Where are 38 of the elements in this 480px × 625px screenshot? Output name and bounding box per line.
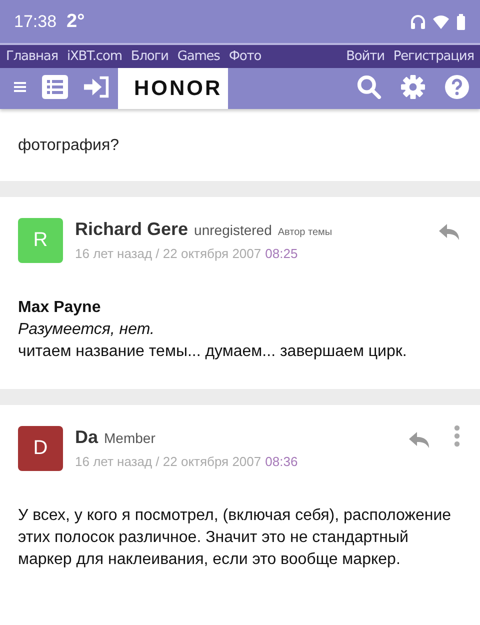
menu-icon[interactable]: [14, 82, 26, 92]
wifi-icon: [433, 14, 449, 30]
battery-icon: [456, 14, 466, 30]
settings-icon[interactable]: [400, 74, 426, 98]
help-icon[interactable]: [444, 74, 470, 98]
clock-time: 17:38: [14, 12, 57, 32]
author-name[interactable]: Da: [75, 427, 98, 448]
search-icon[interactable]: [356, 74, 382, 98]
post-date: 16 лет назад / 22 октября 2007: [75, 454, 262, 469]
headphones-icon: [410, 14, 426, 30]
list-icon[interactable]: [42, 74, 68, 98]
temperature: 2°: [66, 10, 85, 32]
logo[interactable]: HONOR: [118, 68, 228, 109]
user-role: Member: [104, 430, 156, 446]
post-text: У всех, у кого я посмотрел, (включая себя), расположение этих полосок различное. Значит это не стандартный маркер для наклеивания, если это вообще маркер.: [18, 506, 452, 570]
avatar: D: [18, 426, 63, 471]
sign-in-icon[interactable]: [84, 74, 110, 98]
nav-link[interactable]: Регистрация: [393, 49, 474, 64]
avatar: R: [18, 218, 63, 263]
post-date: 16 лет назад / 22 октября 2007: [75, 246, 262, 261]
nav-link[interactable]: Блоги: [130, 49, 168, 64]
nav-link[interactable]: iXBT.com: [66, 49, 122, 64]
quote-text: Разумеется, нет.: [18, 320, 156, 340]
post-time[interactable]: 08:25: [265, 246, 298, 261]
nav-link[interactable]: Фото: [228, 49, 262, 64]
more-icon[interactable]: [454, 425, 460, 447]
reply-icon[interactable]: [408, 431, 430, 449]
quote-author: Max Payne: [18, 298, 102, 318]
topic-author-label: Автор темы: [278, 227, 332, 238]
post-time[interactable]: 08:36: [265, 454, 298, 469]
nav-link[interactable]: Главная: [6, 49, 58, 64]
post-text: читаем название темы... думаем... завершаем цирк.: [18, 342, 408, 362]
nav-link[interactable]: Войти: [346, 49, 384, 64]
user-role: unregistered: [194, 222, 272, 238]
nav-link[interactable]: Games: [177, 49, 220, 64]
author-name[interactable]: Richard Gere: [75, 219, 188, 240]
reply-icon[interactable]: [438, 223, 460, 241]
post-text: фотография?: [18, 136, 120, 155]
